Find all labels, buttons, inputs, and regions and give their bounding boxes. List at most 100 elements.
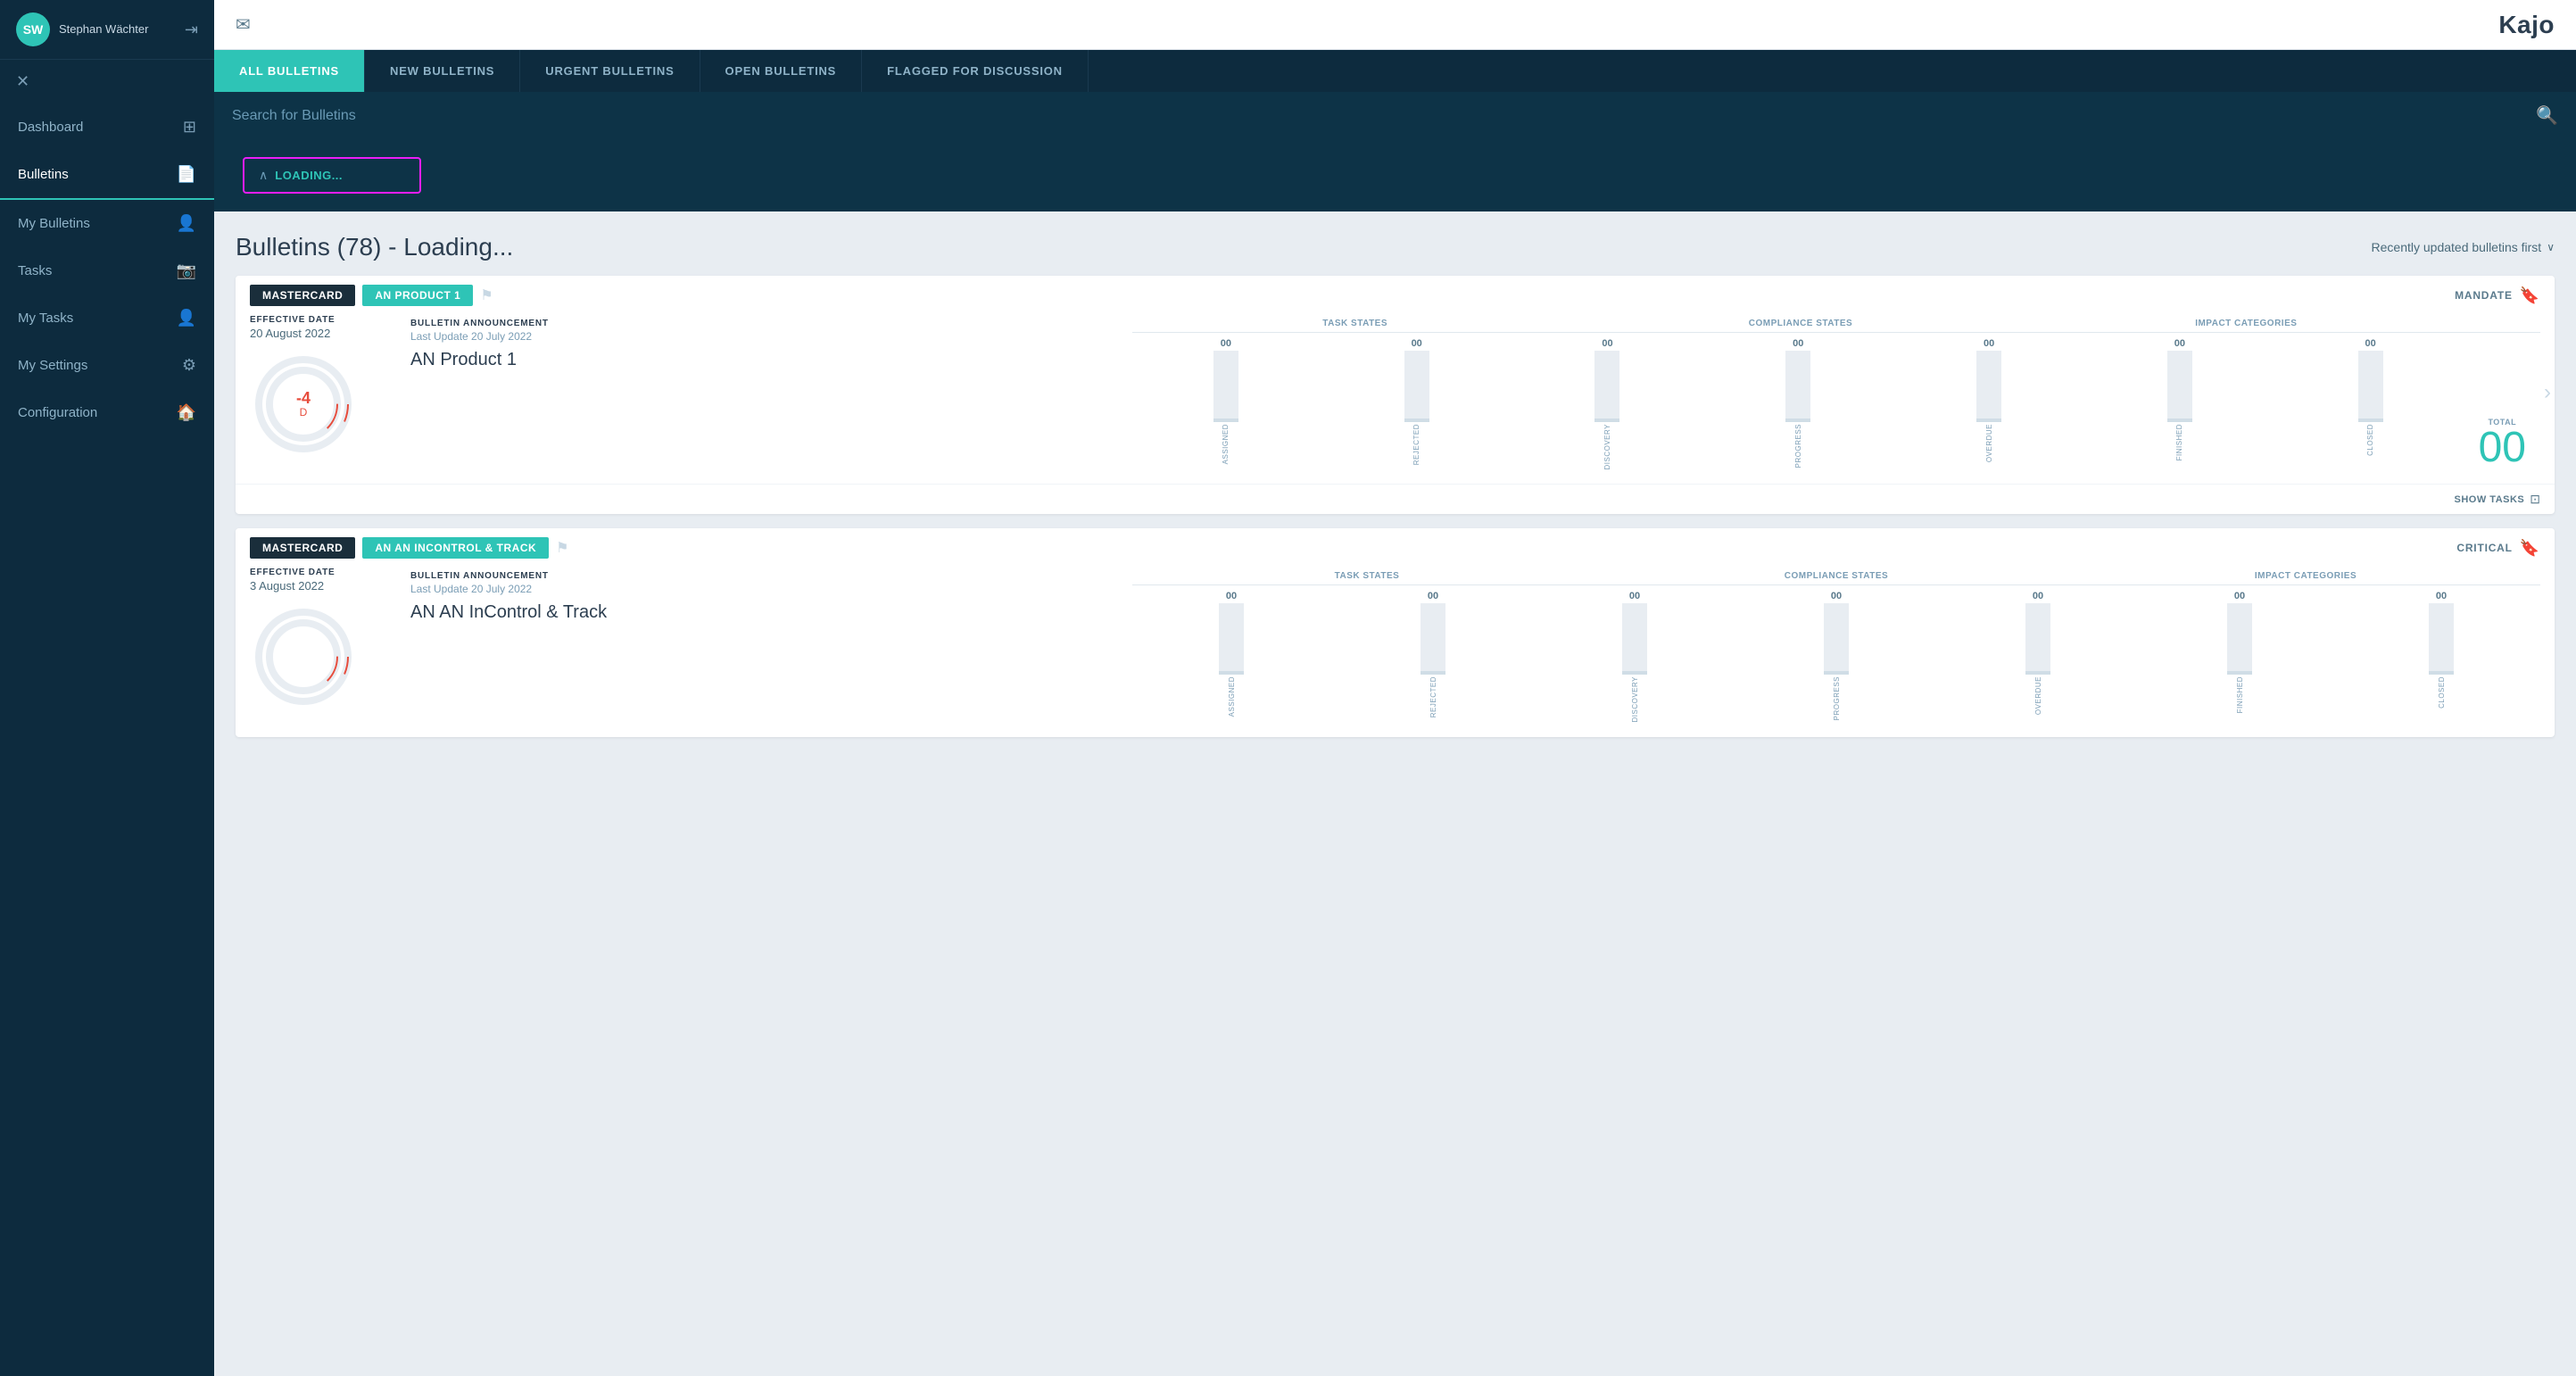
content-area: ALL BULLETINS NEW BULLETINS URGENT BULLE… — [214, 50, 2576, 1376]
impact-categories-header-1: IMPACT CATEGORIES — [2024, 319, 2469, 328]
show-tasks-icon-1[interactable]: ⊡ — [2530, 492, 2540, 507]
flag-icon-2[interactable]: ⚑ — [556, 539, 568, 557]
tab-urgent-bulletins[interactable]: URGENT BULLETINS — [520, 50, 700, 92]
sidebar-item-tasks[interactable]: Tasks 📷 — [0, 247, 214, 294]
close-icon[interactable]: ✕ — [0, 60, 214, 104]
stat-col-rejected-2: 00 REJECTED — [1334, 591, 1532, 722]
bulletin-update-2: Last Update 20 July 2022 — [410, 583, 1114, 595]
search-icon[interactable]: 🔍 — [2536, 104, 2558, 127]
sidebar-username: Stephan Wächter — [59, 22, 148, 37]
task-states-header-2: TASK STATES — [1132, 571, 1602, 581]
show-tasks-label-1[interactable]: SHOW TASKS — [2455, 494, 2525, 505]
sidebar-header: SW Stephan Wächter ⇥ — [0, 0, 214, 60]
my-settings-label: My Settings — [18, 358, 87, 373]
mandate-label-1: MANDATE 🔖 — [2455, 286, 2540, 305]
bulletins-label: Bulletins — [18, 167, 69, 182]
stats-columns-2: 00 ASSIGNED 00 REJECTED 00 — [1132, 591, 2540, 722]
stat-col-closed-1: 00 CLOSED — [2277, 338, 2464, 469]
sort-label: Recently updated bulletins first — [2372, 240, 2542, 254]
tab-flagged-for-discussion[interactable]: FLAGGED FOR DISCUSSION — [862, 50, 1089, 92]
stat-col-rejected-1: 00 REJECTED — [1323, 338, 1511, 469]
tag-product-1[interactable]: AN PRODUCT 1 — [362, 285, 473, 306]
sidebar-item-bulletins[interactable]: Bulletins 📄 — [0, 151, 214, 200]
bulletin-name-1: AN Product 1 — [410, 350, 1114, 370]
effective-date-label-2: EFFECTIVE DATE — [250, 568, 393, 577]
card-1-left: EFFECTIVE DATE 20 August 2022 -4 D — [250, 315, 393, 469]
donut-number-1: -4 — [296, 390, 311, 406]
app-title: Kajo — [2498, 11, 2555, 39]
search-bar: 🔍 — [214, 92, 2576, 139]
chevron-right-icon-1[interactable]: › — [2544, 380, 2551, 405]
avatar: SW — [16, 12, 50, 46]
tabs-bar: ALL BULLETINS NEW BULLETINS URGENT BULLE… — [214, 50, 2576, 92]
bookmark-icon-2[interactable]: 🔖 — [2520, 539, 2540, 558]
stat-col-closed-2: 00 CLOSED — [2342, 591, 2540, 722]
search-input[interactable] — [232, 108, 2525, 124]
mail-icon[interactable]: ✉ — [236, 13, 251, 36]
card-1-footer: SHOW TASKS ⊡ — [236, 484, 2555, 514]
sidebar-item-configuration[interactable]: Configuration 🏠 — [0, 389, 214, 436]
stat-col-assigned-2: 00 ASSIGNED — [1132, 591, 1330, 722]
tab-all-bulletins[interactable]: ALL BULLETINS — [214, 50, 365, 92]
tab-new-bulletins[interactable]: NEW BULLETINS — [365, 50, 520, 92]
card-1-header: MASTERCARD AN PRODUCT 1 ⚑ MANDATE 🔖 — [236, 276, 2555, 315]
my-bulletins-icon: 👤 — [177, 214, 196, 233]
donut-chart-2 — [250, 603, 357, 710]
bookmark-icon-1[interactable]: 🔖 — [2520, 286, 2540, 305]
stat-col-finished-1: 00 FINISHED — [2086, 338, 2274, 469]
sort-dropdown[interactable]: Recently updated bulletins first ∨ — [2372, 240, 2555, 254]
dashboard-icon: ⊞ — [183, 118, 196, 137]
bulletin-card-1: MASTERCARD AN PRODUCT 1 ⚑ MANDATE 🔖 EFFE… — [236, 276, 2555, 514]
sidebar-nav: Dashboard ⊞ Bulletins 📄 My Bulletins 👤 T… — [0, 104, 214, 1376]
dashboard-label: Dashboard — [18, 120, 83, 135]
stat-col-finished-2: 00 FINISHED — [2141, 591, 2339, 722]
card-2-right: TASK STATES COMPLIANCE STATES IMPACT CAT… — [1132, 568, 2540, 722]
card-2-header: MASTERCARD AN AN INCONTROL & TRACK ⚑ CRI… — [236, 528, 2555, 568]
my-settings-icon: ⚙ — [182, 356, 196, 375]
stat-col-progress-2: 00 PROGRESS — [1737, 591, 1935, 722]
compliance-states-header-2: COMPLIANCE STATES — [1602, 571, 2071, 581]
tag-mastercard-1[interactable]: MASTERCARD — [250, 285, 355, 306]
bulletins-header: Bulletins (78) - Loading... Recently upd… — [214, 211, 2576, 276]
compliance-states-header-1: COMPLIANCE STATES — [1578, 319, 2023, 328]
donut-chart-1: -4 D — [250, 351, 357, 458]
logout-icon[interactable]: ⇥ — [185, 21, 198, 39]
total-section-1: TOTAL 00 — [2464, 418, 2540, 469]
stat-col-discovery-2: 00 DISCOVERY — [1536, 591, 1734, 722]
bulletin-update-1: Last Update 20 July 2022 — [410, 330, 1114, 343]
sidebar-user: SW Stephan Wächter — [16, 12, 148, 46]
chevron-up-icon: ∧ — [259, 168, 268, 183]
tasks-label: Tasks — [18, 263, 52, 278]
tag-incontrol-2[interactable]: AN AN INCONTROL & TRACK — [362, 537, 549, 559]
my-tasks-icon: 👤 — [177, 309, 196, 327]
tag-mastercard-2[interactable]: MASTERCARD — [250, 537, 355, 559]
topbar: ✉ Kajo — [214, 0, 2576, 50]
tasks-icon: 📷 — [177, 261, 196, 280]
sidebar-item-my-tasks[interactable]: My Tasks 👤 — [0, 294, 214, 342]
bulletin-name-2: AN AN InControl & Track — [410, 602, 1114, 623]
loading-dropdown[interactable]: ∧ LOADING... — [243, 157, 421, 194]
bulletins-icon: 📄 — [177, 165, 196, 184]
tab-open-bulletins[interactable]: OPEN BULLETINS — [700, 50, 863, 92]
stat-value-assigned-1: 00 — [1221, 338, 1231, 349]
my-bulletins-label: My Bulletins — [18, 216, 90, 231]
card-2-body: EFFECTIVE DATE 3 August 2022 BULLETIN AN… — [236, 568, 2555, 736]
my-tasks-label: My Tasks — [18, 311, 73, 326]
effective-date-label-1: EFFECTIVE DATE — [250, 315, 393, 325]
stat-col-progress-1: 00 PROGRESS — [1704, 338, 1892, 469]
sidebar-item-my-settings[interactable]: My Settings ⚙ — [0, 342, 214, 389]
critical-label-2: CRITICAL 🔖 — [2456, 539, 2540, 558]
card-2-tags: MASTERCARD AN AN INCONTROL & TRACK ⚑ — [250, 537, 569, 559]
flag-icon-1[interactable]: ⚑ — [480, 286, 493, 304]
stats-columns-1: 00 ASSIGNED 00 REJECTED 00 — [1132, 338, 2464, 469]
sidebar-item-dashboard[interactable]: Dashboard ⊞ — [0, 104, 214, 151]
configuration-icon: 🏠 — [177, 403, 196, 422]
donut-letter-1: D — [300, 406, 308, 419]
chevron-down-icon: ∨ — [2547, 241, 2555, 253]
task-states-header-1: TASK STATES — [1132, 319, 1578, 328]
card-1-tags: MASTERCARD AN PRODUCT 1 ⚑ — [250, 285, 493, 306]
sidebar-item-my-bulletins[interactable]: My Bulletins 👤 — [0, 200, 214, 247]
bulletin-type-1: BULLETIN ANNOUNCEMENT — [410, 319, 1114, 328]
card-2-middle: BULLETIN ANNOUNCEMENT Last Update 20 Jul… — [410, 568, 1114, 722]
stat-col-overdue-2: 00 OVERDUE — [1939, 591, 2137, 722]
